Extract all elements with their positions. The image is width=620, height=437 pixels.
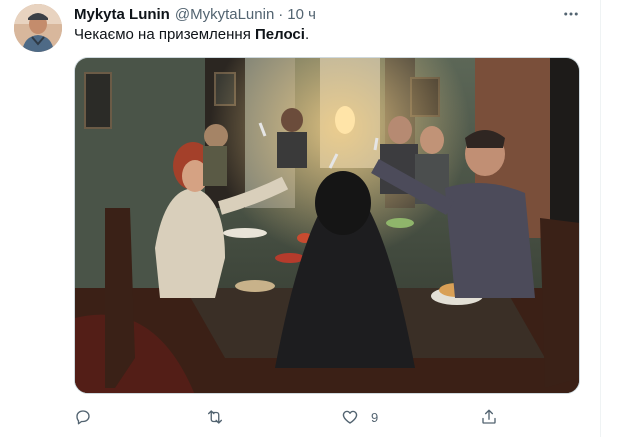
tweet-text: Чекаємо на приземлення Пелосі. bbox=[74, 25, 309, 45]
avatar[interactable] bbox=[14, 4, 62, 52]
tweet-text-end: . bbox=[304, 26, 310, 43]
separator-dot: · bbox=[278, 5, 284, 23]
tweet-text-highlight: Пелосі bbox=[255, 26, 305, 43]
author-name[interactable]: Mykyta Lunin bbox=[74, 6, 170, 23]
author-handle[interactable]: @MykytaLunin bbox=[175, 6, 274, 23]
tweet-text-start: Чекаємо на приземлення bbox=[74, 26, 256, 43]
retweet-button[interactable] bbox=[206, 402, 236, 432]
like-button[interactable]: 9 bbox=[341, 402, 378, 432]
dinner-scene-photo bbox=[75, 58, 579, 393]
reply-button[interactable] bbox=[74, 402, 104, 432]
share-icon bbox=[482, 409, 496, 424]
retweet-icon bbox=[207, 410, 223, 424]
timestamp[interactable]: 10 ч bbox=[287, 6, 316, 23]
more-options-button[interactable] bbox=[557, 4, 585, 24]
tweet-photo[interactable] bbox=[74, 57, 580, 394]
tweet-header: Mykyta Lunin @MykytaLunin · 10 ч bbox=[74, 4, 316, 24]
tweet-actions: 9 bbox=[66, 402, 506, 432]
heart-icon bbox=[342, 410, 358, 424]
share-button[interactable] bbox=[480, 402, 498, 432]
like-count: 9 bbox=[371, 409, 379, 425]
reply-icon bbox=[76, 410, 90, 425]
more-dots-icon bbox=[564, 12, 578, 16]
column-divider bbox=[600, 0, 601, 437]
